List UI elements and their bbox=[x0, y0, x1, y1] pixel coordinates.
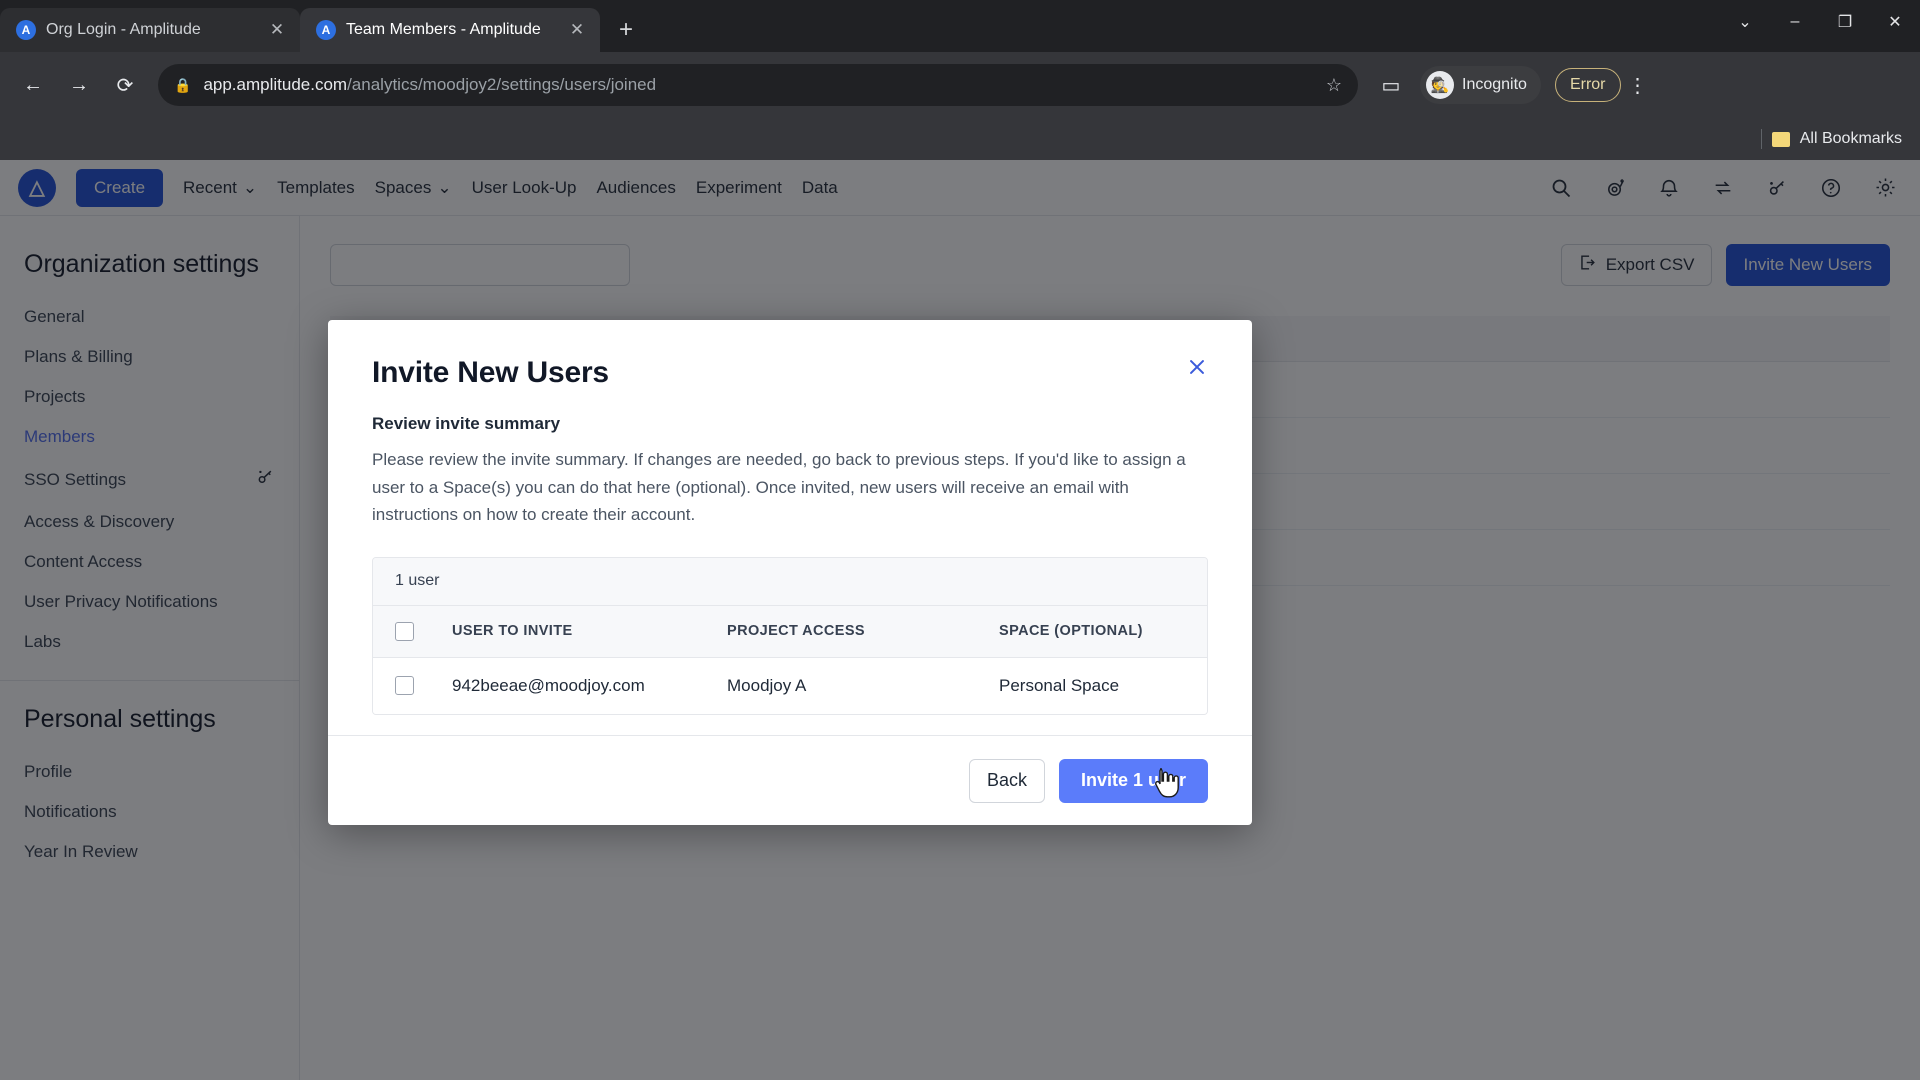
tab-title: Org Login - Amplitude bbox=[46, 21, 201, 38]
tab-title: Team Members - Amplitude bbox=[346, 21, 541, 38]
incognito-indicator[interactable]: 🕵 Incognito bbox=[1420, 66, 1541, 104]
modal-description: Please review the invite summary. If cha… bbox=[372, 450, 1186, 525]
browser-tab-team-members[interactable]: A Team Members - Amplitude ✕ bbox=[300, 8, 600, 52]
url-domain: app.amplitude.com bbox=[203, 75, 348, 94]
incognito-label: Incognito bbox=[1462, 76, 1527, 93]
side-panel-icon[interactable]: ▭ bbox=[1370, 64, 1412, 106]
column-header-user-to-invite: USER TO INVITE bbox=[452, 623, 573, 640]
cell-space[interactable]: Personal Space bbox=[999, 676, 1185, 696]
invite-summary-table: 1 user USER TO INVITE PROJECT ACCESS SPA… bbox=[372, 556, 1208, 715]
tab-strip: A Org Login - Amplitude ✕ A Team Members… bbox=[0, 0, 1920, 52]
incognito-icon: 🕵 bbox=[1426, 71, 1454, 99]
minimize-icon[interactable]: – bbox=[1770, 0, 1820, 44]
new-tab-button[interactable]: + bbox=[608, 12, 644, 48]
close-icon[interactable] bbox=[1180, 350, 1214, 384]
cell-project-access: Moodjoy A bbox=[727, 675, 807, 695]
forward-icon[interactable]: → bbox=[58, 64, 100, 106]
bookmark-star-icon[interactable]: ☆ bbox=[1326, 75, 1342, 96]
lock-icon: 🔒 bbox=[174, 76, 192, 93]
close-icon[interactable]: ✕ bbox=[566, 20, 588, 40]
table-header-row: USER TO INVITE PROJECT ACCESS SPACE (OPT… bbox=[373, 605, 1207, 658]
amplitude-icon: A bbox=[316, 20, 336, 40]
column-header-project-access: PROJECT ACCESS bbox=[727, 623, 866, 640]
browser-window: A Org Login - Amplitude ✕ A Team Members… bbox=[0, 0, 1920, 1080]
amplitude-app: △ Create Recent ⌄ Templates Spaces ⌄ Use… bbox=[0, 160, 1920, 1080]
address-bar[interactable]: 🔒 app.amplitude.com/analytics/moodjoy2/s… bbox=[158, 64, 1358, 106]
chrome-menu-icon[interactable]: ⋮ bbox=[1625, 73, 1651, 98]
back-button[interactable]: Back bbox=[968, 758, 1045, 803]
browser-toolbar: ← → ⟳ 🔒 app.amplitude.com/analytics/mood… bbox=[0, 52, 1920, 118]
folder-icon bbox=[1771, 131, 1790, 147]
invite-submit-button[interactable]: Invite 1 user bbox=[1058, 758, 1208, 803]
browser-tab-org-login[interactable]: A Org Login - Amplitude ✕ bbox=[0, 8, 300, 52]
table-row[interactable]: 942beeae@moodjoy.com Moodjoy A Personal … bbox=[373, 657, 1207, 714]
back-icon[interactable]: ← bbox=[12, 64, 54, 106]
close-icon[interactable]: ✕ bbox=[266, 20, 288, 40]
invite-new-users-modal: Invite New Users Review invite summary P… bbox=[328, 320, 1252, 825]
reload-icon[interactable]: ⟳ bbox=[104, 64, 146, 106]
error-badge[interactable]: Error bbox=[1554, 68, 1621, 102]
column-header-space-optional: SPACE (OPTIONAL) bbox=[999, 623, 1143, 640]
cell-user-email: 942beeae@moodjoy.com bbox=[452, 675, 645, 695]
modal-title: Invite New Users bbox=[372, 356, 609, 389]
url-path: /analytics/moodjoy2/settings/users/joine… bbox=[347, 75, 657, 94]
mouse-cursor bbox=[1152, 766, 1180, 805]
url-text: app.amplitude.com/analytics/moodjoy2/set… bbox=[203, 75, 1313, 95]
maximize-icon[interactable]: ❐ bbox=[1820, 0, 1870, 44]
modal-body: Invite New Users Review invite summary P… bbox=[328, 320, 1252, 735]
select-all-checkbox-cell bbox=[395, 621, 452, 641]
user-count-label: 1 user bbox=[373, 557, 1207, 606]
tab-search-chevron-icon[interactable]: ⌄ bbox=[1720, 0, 1770, 44]
row-checkbox-cell bbox=[395, 676, 452, 696]
bookmarks-bar: All Bookmarks bbox=[0, 118, 1920, 160]
modal-footer: Back Invite 1 user bbox=[328, 735, 1252, 825]
amplitude-icon: A bbox=[16, 20, 36, 40]
row-checkbox[interactable] bbox=[395, 676, 414, 696]
window-close-icon[interactable]: ✕ bbox=[1870, 0, 1920, 44]
modal-subtitle: Review invite summary bbox=[372, 414, 561, 433]
window-controls: ⌄ – ❐ ✕ bbox=[1720, 0, 1920, 44]
all-bookmarks-label[interactable]: All Bookmarks bbox=[1800, 130, 1902, 148]
select-all-checkbox[interactable] bbox=[395, 621, 414, 641]
divider bbox=[1760, 129, 1762, 149]
